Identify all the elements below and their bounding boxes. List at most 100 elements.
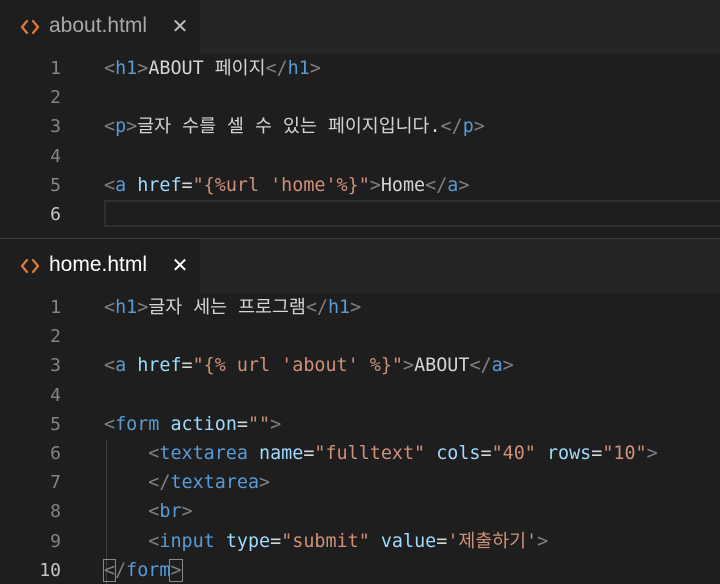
code-line[interactable]: 5 <a href="{%url 'home'%}">Home</a> <box>0 171 720 200</box>
code-punctuation: < <box>104 413 116 435</box>
code-tag-name: p <box>462 116 474 138</box>
line-number: 3 <box>50 116 61 138</box>
code-editor[interactable]: 1 <h1>ABOUT 페이지</h1> 2 3 <p>글자 수를 셀 수 있는 페이지… <box>0 54 720 229</box>
code-tag-name: h1 <box>115 297 138 318</box>
code-text: = <box>436 530 448 552</box>
code-content: <h1>글자 세는 프로그램</h1> <box>104 293 361 322</box>
code-tag-name: textarea <box>159 442 248 464</box>
code-attribute: name <box>259 442 304 464</box>
code-punctuation: < <box>104 116 116 138</box>
code-line[interactable]: 3 <p>글자 수를 셀 수 있는 페이지입니다.</p> <box>0 112 720 141</box>
close-icon[interactable]: ✕ <box>170 15 190 37</box>
code-punctuation: </ <box>265 58 288 79</box>
code-text: 글자 수를 셀 수 있는 페이지입니다. <box>137 116 441 138</box>
code-content: <textarea name="fulltext" cols="40" rows… <box>104 439 658 468</box>
current-line-highlight <box>104 199 720 227</box>
line-number: 7 <box>50 472 61 494</box>
code-punctuation: > <box>181 501 193 523</box>
code-icon <box>20 19 40 35</box>
line-number: 4 <box>50 145 61 167</box>
code-content: <input type="submit" value='제출하기'> <box>104 527 548 556</box>
code-punctuation: > <box>402 355 415 377</box>
code-text: = <box>303 442 315 464</box>
code-line[interactable]: 6 <box>0 199 720 229</box>
code-tag-name: h1 <box>287 58 310 79</box>
code-tag-name: input <box>159 530 215 552</box>
tab-bar: about.html ✕ <box>0 0 720 54</box>
code-attribute: type <box>225 530 271 552</box>
code-punctuation: > <box>369 174 381 196</box>
code-punctuation: > <box>270 413 282 435</box>
code-editor[interactable]: 1 <h1>글자 세는 프로그램</h1> 2 3 <a href="{% url 'a… <box>0 293 720 584</box>
editor-pane-home: home.html ✕ 1 <h1>글자 세는 프로그램</h1> 2 3 <a hre… <box>0 238 720 584</box>
code-string: "" <box>247 413 271 435</box>
code-line[interactable]: 1 <h1>ABOUT 페이지</h1> <box>0 54 720 83</box>
code-punctuation: > <box>137 58 149 79</box>
tab-about-html[interactable]: about.html ✕ <box>0 0 200 54</box>
code-punctuation: / <box>115 559 127 581</box>
line-number: 2 <box>50 326 61 348</box>
code-string: "submit" <box>281 530 370 552</box>
code-line[interactable]: 1 <h1>글자 세는 프로그램</h1> <box>0 293 720 322</box>
code-content: <p>글자 수를 셀 수 있는 페이지입니다.</p> <box>104 112 485 141</box>
code-text: = <box>591 442 603 464</box>
code-attribute: rows <box>546 442 592 464</box>
code-line[interactable]: 9 <input type="submit" value='제출하기'> <box>0 527 720 556</box>
code-text: 글자 세는 프로그램 <box>148 297 306 318</box>
code-tag-name: textarea <box>170 472 260 494</box>
code-content: <h1>ABOUT 페이지</h1> <box>104 54 321 83</box>
code-tag-name: p <box>115 116 127 138</box>
code-line[interactable]: 3 <a href="{% url 'about' %}">ABOUT</a> <box>0 351 720 380</box>
code-punctuation: > <box>473 116 485 138</box>
code-line[interactable]: 2 <box>0 83 720 112</box>
tab-title: home.html <box>49 253 148 276</box>
code-line[interactable]: 7 </textarea> <box>0 468 720 497</box>
code-punctuation: < <box>104 297 116 318</box>
close-icon[interactable]: ✕ <box>170 254 190 276</box>
code-text: = <box>181 174 193 196</box>
code-punctuation: > <box>309 58 321 79</box>
code-punctuation: </ <box>425 174 448 196</box>
code-line[interactable]: 4 <box>0 381 720 410</box>
code-text: ABOUT 페이지 <box>148 58 266 79</box>
code-content: <form action=""> <box>104 410 281 439</box>
tab-home-html[interactable]: home.html ✕ <box>0 239 200 293</box>
line-number: 2 <box>50 87 61 109</box>
code-line[interactable]: 2 <box>0 322 720 351</box>
code-line[interactable]: 8 <br> <box>0 497 720 526</box>
code-punctuation: > <box>537 530 549 552</box>
code-tag-name: h1 <box>115 58 138 79</box>
code-content: <a href="{%url 'home'%}">Home</a> <box>104 171 469 200</box>
code-attribute: action <box>170 413 237 435</box>
line-number: 6 <box>50 203 61 225</box>
code-text: = <box>236 413 248 435</box>
code-line[interactable]: 10 </form> <box>0 556 720 584</box>
tab-bar: home.html ✕ <box>0 239 720 293</box>
code-tag-name: h1 <box>327 297 351 318</box>
code-punctuation: </ <box>469 355 492 377</box>
code-punctuation: > <box>646 442 658 464</box>
code-tag-name: a <box>115 174 127 196</box>
code-punctuation: > <box>126 116 138 138</box>
code-punctuation: < <box>148 530 160 552</box>
code-text: = <box>181 355 193 377</box>
code-line[interactable]: 5 <form action=""> <box>0 410 720 439</box>
line-number: 5 <box>50 174 61 196</box>
code-tag-name: a <box>447 174 459 196</box>
code-attribute: value <box>380 530 437 552</box>
code-line[interactable]: 4 <box>0 142 720 171</box>
tab-title: about.html <box>49 14 148 37</box>
code-punctuation: < <box>148 442 160 464</box>
line-number: 9 <box>50 530 61 552</box>
code-punctuation: > <box>259 472 271 494</box>
code-punctuation: > <box>458 174 470 196</box>
code-line[interactable]: 6 <textarea name="fulltext" cols="40" ro… <box>0 439 720 468</box>
